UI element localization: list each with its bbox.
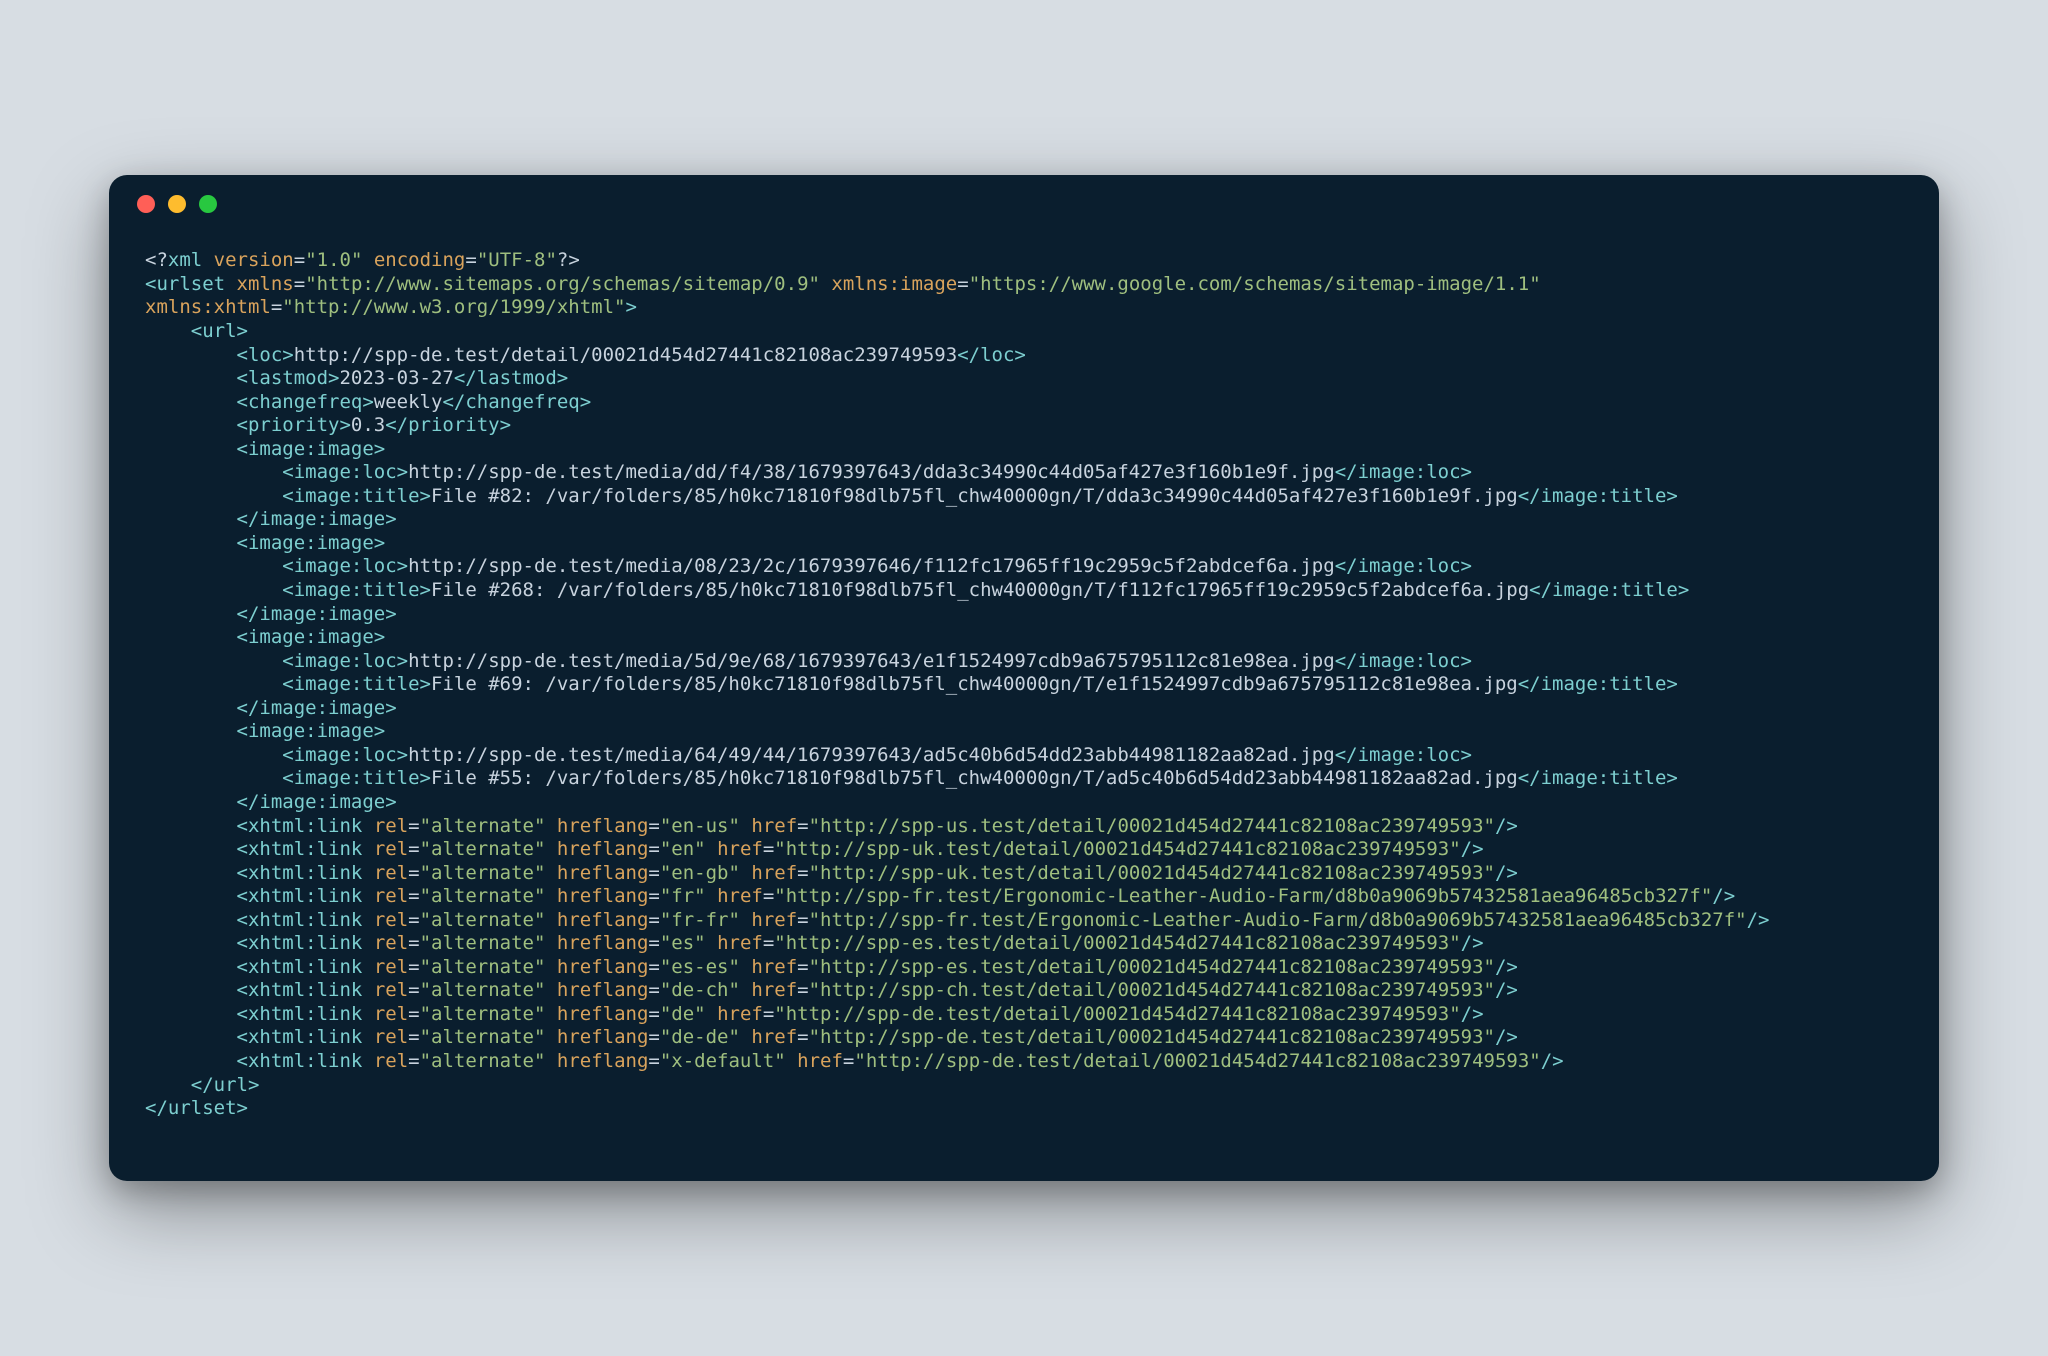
minimize-icon[interactable] [168, 195, 186, 213]
terminal-window: <?xml version="1.0" encoding="UTF-8"?> <… [109, 175, 1939, 1180]
code-block: <?xml version="1.0" encoding="UTF-8"?> <… [109, 233, 1939, 1180]
close-icon[interactable] [137, 195, 155, 213]
maximize-icon[interactable] [199, 195, 217, 213]
window-titlebar [109, 175, 1939, 233]
